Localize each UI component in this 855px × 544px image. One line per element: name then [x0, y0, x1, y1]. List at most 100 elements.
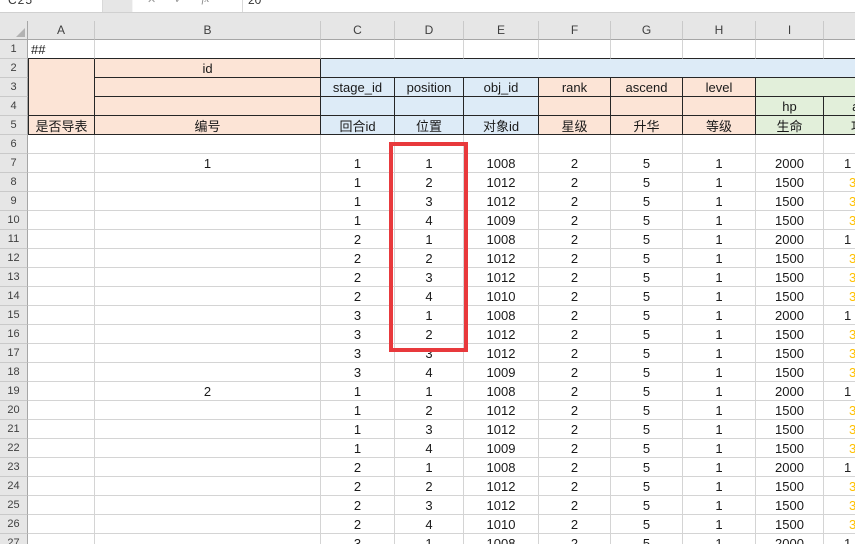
- cell-G4[interactable]: [611, 97, 683, 116]
- cell-C2-band[interactable]: [321, 59, 855, 78]
- row-header-4[interactable]: 4: [0, 97, 28, 116]
- column-header-B[interactable]: B: [95, 21, 321, 40]
- cell-G20[interactable]: 5: [611, 401, 683, 420]
- cell-C18[interactable]: 3: [321, 363, 395, 382]
- cell-B18[interactable]: [95, 363, 321, 382]
- cell-E19[interactable]: 1008: [464, 382, 539, 401]
- cell-E17[interactable]: 1012: [464, 344, 539, 363]
- cell-B10[interactable]: [95, 211, 321, 230]
- cell-B2-id[interactable]: id: [95, 59, 321, 78]
- row-header-22[interactable]: 22: [0, 439, 28, 458]
- cell-I4-hp[interactable]: hp: [756, 97, 824, 116]
- cell-I9[interactable]: 1500: [756, 192, 824, 211]
- cell-D27[interactable]: 1: [395, 534, 464, 544]
- column-header-I[interactable]: I: [756, 21, 824, 40]
- cell-B16[interactable]: [95, 325, 321, 344]
- cell-J4-atk[interactable]: at: [824, 97, 855, 116]
- column-header-D[interactable]: D: [395, 21, 464, 40]
- column-header-H[interactable]: H: [683, 21, 756, 40]
- row-header-24[interactable]: 24: [0, 477, 28, 496]
- cell-H7[interactable]: 1: [683, 154, 756, 173]
- cell-F21[interactable]: 2: [539, 420, 611, 439]
- cell-I13[interactable]: 1500: [756, 268, 824, 287]
- cell-I21[interactable]: 1500: [756, 420, 824, 439]
- cell-G3-ascend[interactable]: ascend: [611, 78, 683, 97]
- cell-C7[interactable]: 1: [321, 154, 395, 173]
- row-header-23[interactable]: 23: [0, 458, 28, 477]
- cell-I6[interactable]: [756, 135, 824, 154]
- cell-I14[interactable]: 1500: [756, 287, 824, 306]
- cell-A5[interactable]: 是否导表: [28, 116, 95, 135]
- cell-D11[interactable]: 1: [395, 230, 464, 249]
- cell-E27[interactable]: 1008: [464, 534, 539, 544]
- cell-H22[interactable]: 1: [683, 439, 756, 458]
- cell-J16[interactable]: 3: [824, 325, 855, 344]
- cell-D8[interactable]: 2: [395, 173, 464, 192]
- column-header-E[interactable]: E: [464, 21, 539, 40]
- cell-J18[interactable]: 3: [824, 363, 855, 382]
- cell-H25[interactable]: 1: [683, 496, 756, 515]
- cell-D9[interactable]: 3: [395, 192, 464, 211]
- row-header-7[interactable]: 7: [0, 154, 28, 173]
- cell-J14[interactable]: 3: [824, 287, 855, 306]
- cell-E13[interactable]: 1012: [464, 268, 539, 287]
- cell-J15[interactable]: 1: [824, 306, 855, 325]
- cell-E20[interactable]: 1012: [464, 401, 539, 420]
- cell-C24[interactable]: 2: [321, 477, 395, 496]
- cell-A12[interactable]: [28, 249, 95, 268]
- row-header-26[interactable]: 26: [0, 515, 28, 534]
- cell-I10[interactable]: 1500: [756, 211, 824, 230]
- cell-J23[interactable]: 1: [824, 458, 855, 477]
- cell-H3-level[interactable]: level: [683, 78, 756, 97]
- cell-J12[interactable]: 3: [824, 249, 855, 268]
- row-header-13[interactable]: 13: [0, 268, 28, 287]
- cell-H27[interactable]: 1: [683, 534, 756, 544]
- cell-H21[interactable]: 1: [683, 420, 756, 439]
- cell-D18[interactable]: 4: [395, 363, 464, 382]
- cell-C13[interactable]: 2: [321, 268, 395, 287]
- row-header-11[interactable]: 11: [0, 230, 28, 249]
- cell-H13[interactable]: 1: [683, 268, 756, 287]
- row-header-14[interactable]: 14: [0, 287, 28, 306]
- row-header-17[interactable]: 17: [0, 344, 28, 363]
- cell-E18[interactable]: 1009: [464, 363, 539, 382]
- cell-F25[interactable]: 2: [539, 496, 611, 515]
- cell-D16[interactable]: 2: [395, 325, 464, 344]
- row-header-2[interactable]: 2: [0, 59, 28, 78]
- row-header-1[interactable]: 1: [0, 40, 28, 59]
- cell-F23[interactable]: 2: [539, 458, 611, 477]
- cell-B21[interactable]: [95, 420, 321, 439]
- cell-I3-band[interactable]: [756, 78, 855, 97]
- cell-I23[interactable]: 2000: [756, 458, 824, 477]
- cancel-icon[interactable]: ✕: [147, 0, 156, 13]
- name-box-dropdown[interactable]: [103, 0, 133, 13]
- cell-E12[interactable]: 1012: [464, 249, 539, 268]
- cell-F19[interactable]: 2: [539, 382, 611, 401]
- cell-J25[interactable]: 3: [824, 496, 855, 515]
- cell-D10[interactable]: 4: [395, 211, 464, 230]
- cell-F5[interactable]: 星级: [539, 116, 611, 135]
- cell-C17[interactable]: 3: [321, 344, 395, 363]
- cell-J22[interactable]: 3: [824, 439, 855, 458]
- cell-B17[interactable]: [95, 344, 321, 363]
- cell-C19[interactable]: 1: [321, 382, 395, 401]
- fx-icon[interactable]: fx: [201, 0, 209, 13]
- cell-C12[interactable]: 2: [321, 249, 395, 268]
- cell-D4[interactable]: [395, 97, 464, 116]
- cell-D3-position[interactable]: position: [395, 78, 464, 97]
- cell-J11[interactable]: 1: [824, 230, 855, 249]
- cell-D20[interactable]: 2: [395, 401, 464, 420]
- name-box[interactable]: C25: [0, 0, 103, 13]
- cell-D6[interactable]: [395, 135, 464, 154]
- cell-I7[interactable]: 2000: [756, 154, 824, 173]
- cell-B13[interactable]: [95, 268, 321, 287]
- cell-H4[interactable]: [683, 97, 756, 116]
- column-header-F[interactable]: F: [539, 21, 611, 40]
- cell-B22[interactable]: [95, 439, 321, 458]
- cell-E11[interactable]: 1008: [464, 230, 539, 249]
- cell-F4[interactable]: [539, 97, 611, 116]
- cell-H17[interactable]: 1: [683, 344, 756, 363]
- cell-D21[interactable]: 3: [395, 420, 464, 439]
- cell-E16[interactable]: 1012: [464, 325, 539, 344]
- cell-F20[interactable]: 2: [539, 401, 611, 420]
